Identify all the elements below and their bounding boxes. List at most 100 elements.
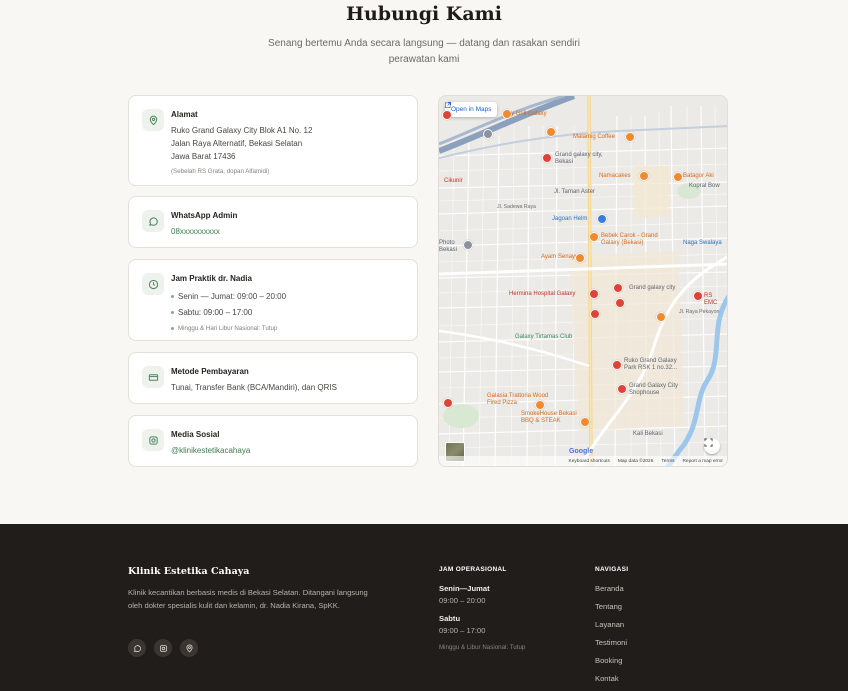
footer-nav-layanan[interactable]: Layanan: [595, 620, 627, 638]
report-error-link[interactable]: Report a map error: [682, 459, 723, 464]
address-line-2: Jalan Raya Alternatif, Bekasi Selatan: [171, 139, 303, 148]
embedded-map[interactable]: Open in Maps y Grill Galaxy Malamig Coff…: [438, 95, 728, 467]
map-marker[interactable]: [443, 398, 453, 408]
map-label: Galaxy Tirtamas Club: [515, 334, 573, 340]
footer-description: Klinik kecantikan berbasis medis di Beka…: [128, 588, 368, 610]
ops-time: 09:00 – 17:00: [439, 626, 486, 635]
map-marker[interactable]: [463, 240, 473, 250]
hours-title: Jam Praktik dr. Nadia: [171, 274, 252, 283]
map-label: Grand galaxy city, Bekasi: [555, 152, 603, 165]
map-label: Jl. Raya Pekayon: [679, 309, 720, 315]
map-label: Naga Swalaya: [683, 240, 722, 246]
map-marker[interactable]: [656, 312, 666, 322]
ops-day: Senin—Jumat: [439, 584, 490, 593]
hours-weekday: Senin — Jumat: 09:00 – 20:00: [171, 288, 407, 304]
address-title: Alamat: [171, 110, 198, 119]
map-data-label: Map data ©2026: [617, 458, 654, 464]
site-footer: Klinik Estetika Cahaya Klinik kecantikan…: [0, 524, 848, 691]
ops-day: Sabtu: [439, 614, 461, 623]
footer-nav-kontak[interactable]: Kontak: [595, 674, 627, 691]
map-label: Cikunir: [444, 178, 463, 184]
footer-nav-booking[interactable]: Booking: [595, 656, 627, 674]
map-marker[interactable]: [589, 232, 599, 242]
address-line-3: Jawa Barat 17436: [171, 152, 236, 161]
map-label: Photo Bekasi: [439, 240, 458, 253]
map-marker[interactable]: [575, 253, 585, 263]
hours-closed-note: Minggu & Hari Libur Nasional: Tutup: [171, 320, 407, 336]
chat-bubble-icon: [142, 210, 164, 232]
whatsapp-title: WhatsApp Admin: [171, 211, 238, 220]
map-marker[interactable]: [597, 214, 607, 224]
credit-card-icon: [142, 366, 164, 388]
keyboard-shortcuts-link[interactable]: Keyboard shortcuts: [569, 459, 610, 464]
terms-link[interactable]: Terms: [661, 459, 674, 464]
social-card: Media Sosial @klinikestetikacahaya: [128, 415, 418, 467]
page-title: Hubungi Kami: [346, 3, 502, 25]
map-marker[interactable]: [442, 110, 452, 120]
map-marker[interactable]: [615, 298, 625, 308]
map-marker[interactable]: [639, 171, 649, 181]
navigation-heading: NAVIGASI: [595, 566, 629, 573]
footer-nav-tentang[interactable]: Tentang: [595, 602, 627, 620]
map-label: Ayam Senayu: [541, 254, 579, 260]
map-marker[interactable]: [617, 384, 627, 394]
map-marker[interactable]: [613, 283, 623, 293]
map-label: y Grill Galaxy: [511, 111, 547, 117]
map-marker[interactable]: [673, 172, 683, 182]
map-marker[interactable]: [625, 132, 635, 142]
operational-hours: Senin—Jumat 09:00 – 20:00 Sabtu 09:00 – …: [439, 584, 525, 651]
map-label: Kopral Bow: [689, 183, 720, 189]
map-label: Jl. Sadewa Raya: [497, 204, 536, 210]
map-marker[interactable]: [535, 400, 545, 410]
whatsapp-card: WhatsApp Admin 08xxxxxxxxxx: [128, 196, 418, 248]
map-marker[interactable]: [542, 153, 552, 163]
map-marker[interactable]: [483, 129, 493, 139]
instagram-icon[interactable]: [154, 639, 172, 657]
address-card: Alamat Ruko Grand Galaxy City Blok A1 No…: [128, 95, 418, 186]
payment-methods: Tunai, Transfer Bank (BCA/Mandiri), dan …: [171, 383, 337, 392]
map-label: Malamig Coffee: [573, 134, 615, 140]
hours-saturday: Sabtu: 09:00 – 17:00: [171, 304, 407, 320]
fullscreen-button[interactable]: [704, 438, 720, 454]
map-label: Grand Galaxy City Shophouse: [629, 383, 679, 396]
page-subtitle: Senang bertemu Anda secara langsung — da…: [268, 38, 580, 65]
whatsapp-icon[interactable]: [128, 639, 146, 657]
map-label: Ruko Grand Galaxy Park RSK 1 no.32...: [624, 358, 678, 371]
footer-social-links: [128, 639, 198, 657]
clock-icon: [142, 273, 164, 295]
map-label: Kali Bekasi: [633, 431, 663, 437]
map-marker[interactable]: [590, 309, 600, 319]
map-label: Batagor Aki: [683, 173, 714, 179]
map-label: SmokeHouse Bekasi BBQ & STEAK: [521, 411, 577, 424]
open-in-maps-button[interactable]: Open in Maps: [445, 102, 498, 117]
payment-card: Metode Pembayaran Tunai, Transfer Bank (…: [128, 352, 418, 404]
map-label: Jl. Taman Aster: [554, 189, 595, 195]
whatsapp-number-link[interactable]: 08xxxxxxxxxx: [171, 225, 407, 238]
location-pin-icon[interactable]: [180, 639, 198, 657]
map-label: Grand galaxy city: [629, 285, 676, 291]
ops-closed-note: Minggu & Libur Nasional: Tutup: [439, 644, 526, 651]
footer-nav-beranda[interactable]: Beranda: [595, 584, 627, 602]
instagram-handle-link[interactable]: @klinikestetikacahaya: [171, 444, 407, 457]
map-label: Bebek Carok - Grand Galaxy (Bekasi): [601, 233, 658, 246]
map-label: Hermina Hospital Galaxy: [509, 291, 576, 297]
map-marker[interactable]: [580, 417, 590, 427]
external-link-icon: [445, 102, 451, 108]
map-marker[interactable]: [589, 289, 599, 299]
google-logo: Google: [569, 448, 594, 455]
payment-title: Metode Pembayaran: [171, 367, 249, 376]
fullscreen-icon: [704, 438, 713, 447]
address-note: (Sebelah RS Grata, dopan Alfamidi): [171, 168, 270, 175]
map-marker[interactable]: [546, 127, 556, 137]
ops-time: 09:00 – 20:00: [439, 596, 486, 605]
map-marker[interactable]: [693, 291, 703, 301]
instagram-icon: [142, 429, 164, 451]
footer-nav: Beranda Tentang Layanan Testimoni Bookin…: [595, 584, 627, 691]
location-pin-icon: [142, 109, 164, 131]
map-label: RS EMC: [704, 293, 718, 306]
address-line-1: Ruko Grand Galaxy City Blok A1 No. 12: [171, 126, 313, 135]
map-marker[interactable]: [612, 360, 622, 370]
footer-nav-testimoni[interactable]: Testimoni: [595, 638, 627, 656]
hours-card: Jam Praktik dr. Nadia Senin — Jumat: 09:…: [128, 259, 418, 341]
footer-brand: Klinik Estetika Cahaya: [128, 566, 250, 577]
